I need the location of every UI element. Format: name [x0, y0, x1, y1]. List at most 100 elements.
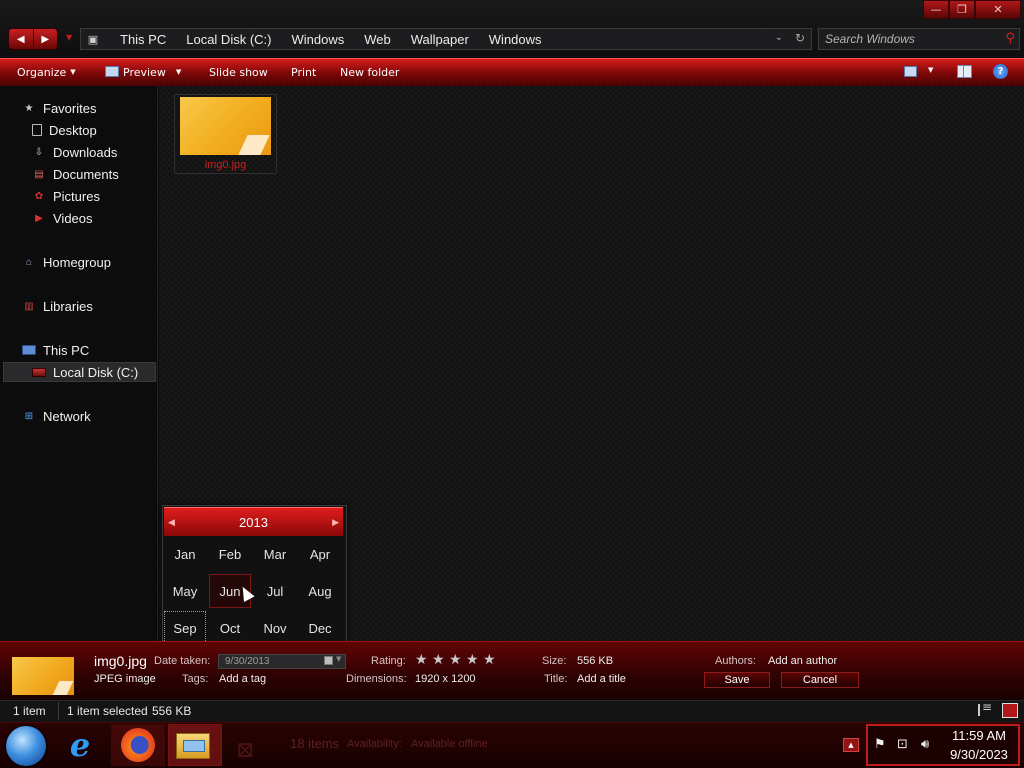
nav-item-downloads[interactable]: ⇩ Downloads [32, 142, 118, 162]
address-bar[interactable]: ▣ This PC Local Disk (C:) Windows Web Wa… [80, 28, 812, 50]
status-divider [58, 702, 59, 720]
nav-item-homegroup[interactable]: ⌂ Homegroup [22, 252, 111, 272]
new-folder-button[interactable]: New folder [340, 66, 399, 79]
size-label: Size: [542, 655, 567, 667]
nav-label: Libraries [43, 298, 93, 314]
authors-field[interactable]: Add an author [768, 655, 837, 667]
minimize-button[interactable]: — [923, 0, 949, 19]
nav-item-desktop[interactable]: Desktop [32, 120, 97, 140]
details-view-icon[interactable] [978, 700, 992, 716]
computer-icon [22, 345, 36, 355]
slideshow-button[interactable]: Slide show [209, 66, 268, 79]
month-apr[interactable]: Apr [299, 537, 341, 571]
month-dec[interactable]: Dec [299, 611, 341, 645]
month-sep[interactable]: Sep [164, 611, 206, 645]
nav-item-network[interactable]: ⊞ Network [22, 406, 91, 426]
favorites-star-icon: ★ [24, 102, 34, 114]
action-center-flag-icon[interactable]: ⚑ [874, 737, 886, 752]
nav-item-videos[interactable]: ▶ Videos [32, 208, 92, 228]
cancel-button[interactable]: Cancel [781, 672, 859, 688]
change-view-icon[interactable] [904, 66, 917, 77]
title-label: Title: [544, 673, 568, 685]
back-forward-buttons: ◀ ▶ [8, 28, 58, 50]
ghost-offline: Available offline [411, 738, 488, 750]
breadcrumb-wallpaper[interactable]: Wallpaper [401, 32, 479, 47]
window-controls: — ❐ ✕ [923, 0, 1021, 20]
firefox-icon [121, 728, 155, 762]
folder-icon[interactable]: ▣ [84, 30, 102, 48]
chevron-down-icon[interactable]: ▼ [336, 655, 341, 663]
forward-button[interactable]: ▶ [34, 29, 58, 49]
file-name: img0.jpg [204, 159, 247, 171]
save-button[interactable]: Save [704, 672, 770, 688]
size-value: 556 KB [577, 655, 614, 667]
preview-button[interactable]: Preview ▼ [105, 66, 181, 79]
tags-label: Tags: [182, 673, 209, 685]
drive-icon [32, 367, 46, 377]
search-icon[interactable]: ⚲ [1005, 31, 1015, 46]
rating-star-4-icon[interactable]: ★ [466, 652, 479, 668]
pictures-icon: ✿ [34, 190, 44, 202]
nav-item-local-disk[interactable]: Local Disk (C:) [32, 362, 138, 382]
network-status-icon[interactable]: ⊡ [897, 737, 908, 752]
status-selected: 1 item selected [67, 704, 148, 718]
nav-item-documents[interactable]: ▤ Documents [32, 164, 118, 184]
ghost-folder-icon: ⊠ [236, 738, 255, 763]
title-field[interactable]: Add a title [577, 673, 626, 685]
search-input[interactable] [825, 31, 995, 47]
chevron-down-icon[interactable]: ▼ [928, 66, 933, 74]
nav-label: Pictures [53, 188, 100, 204]
ghost-item-count: 18 items [290, 736, 340, 751]
breadcrumb-windows[interactable]: Windows [281, 32, 354, 47]
previous-year-icon[interactable]: ◀ [168, 517, 175, 528]
month-may[interactable]: May [164, 574, 206, 608]
month-aug[interactable]: Aug [299, 574, 341, 608]
nav-item-pictures[interactable]: ✿ Pictures [32, 186, 100, 206]
recent-locations-dropdown[interactable]: ▼ [66, 33, 74, 45]
rating-star-5-icon[interactable]: ★ [483, 652, 496, 668]
show-hidden-icons-button[interactable]: ▲ [843, 738, 859, 752]
large-icons-view-icon[interactable] [1002, 703, 1018, 718]
preview-pane-icon[interactable] [957, 65, 972, 78]
back-button[interactable]: ◀ [9, 29, 34, 49]
rating-star-3-icon[interactable]: ★ [449, 652, 462, 668]
nav-item-libraries[interactable]: ▥ Libraries [22, 296, 93, 316]
next-year-icon[interactable]: ▶ [332, 517, 339, 528]
volume-icon[interactable]: 🔊︎ [921, 737, 929, 752]
start-button[interactable] [6, 726, 46, 766]
close-button[interactable]: ✕ [975, 0, 1021, 19]
month-oct[interactable]: Oct [209, 611, 251, 645]
preview-icon [105, 66, 119, 77]
nav-item-this-pc[interactable]: This PC [22, 340, 89, 360]
month-jan[interactable]: Jan [164, 537, 206, 571]
dimensions-label: Dimensions: [346, 673, 407, 685]
rating-star-2-icon[interactable]: ★ [432, 652, 445, 668]
organize-button[interactable]: Organize ▼ [17, 66, 76, 79]
dimensions-value: 1920 x 1200 [415, 673, 476, 685]
clock-date[interactable]: 9/30/2023 [940, 747, 1018, 762]
nav-item-favorites[interactable]: ★ Favorites [22, 98, 97, 118]
breadcrumb: This PC Local Disk (C:) Windows Web Wall… [110, 29, 552, 49]
breadcrumb-local-disk[interactable]: Local Disk (C:) [176, 32, 281, 47]
internet-explorer-icon[interactable]: e [64, 726, 96, 764]
ghost-availability: Availability: [347, 738, 402, 750]
chevron-down-icon: ▼ [70, 68, 76, 76]
breadcrumb-web[interactable]: Web [354, 32, 401, 47]
print-button[interactable]: Print [291, 66, 316, 79]
help-icon[interactable]: ? [993, 64, 1008, 79]
picker-year-header[interactable]: ◀ 2013 ▶ [164, 507, 343, 536]
month-mar[interactable]: Mar [254, 537, 296, 571]
month-feb[interactable]: Feb [209, 537, 251, 571]
maximize-button[interactable]: ❐ [949, 0, 975, 19]
image-thumbnail [180, 97, 271, 155]
breadcrumb-windows-current[interactable]: Windows [479, 32, 552, 47]
refresh-icon[interactable]: ↻ [795, 31, 805, 45]
month-nov[interactable]: Nov [254, 611, 296, 645]
chevron-down-icon[interactable]: ⌄ [775, 32, 783, 43]
clock-time[interactable]: 11:59 AM [940, 728, 1018, 743]
calendar-icon[interactable] [324, 656, 333, 665]
month-jul[interactable]: Jul [254, 574, 296, 608]
tags-field[interactable]: Add a tag [219, 673, 266, 685]
breadcrumb-this-pc[interactable]: This PC [110, 32, 176, 47]
rating-star-1-icon[interactable]: ★ [415, 652, 428, 668]
